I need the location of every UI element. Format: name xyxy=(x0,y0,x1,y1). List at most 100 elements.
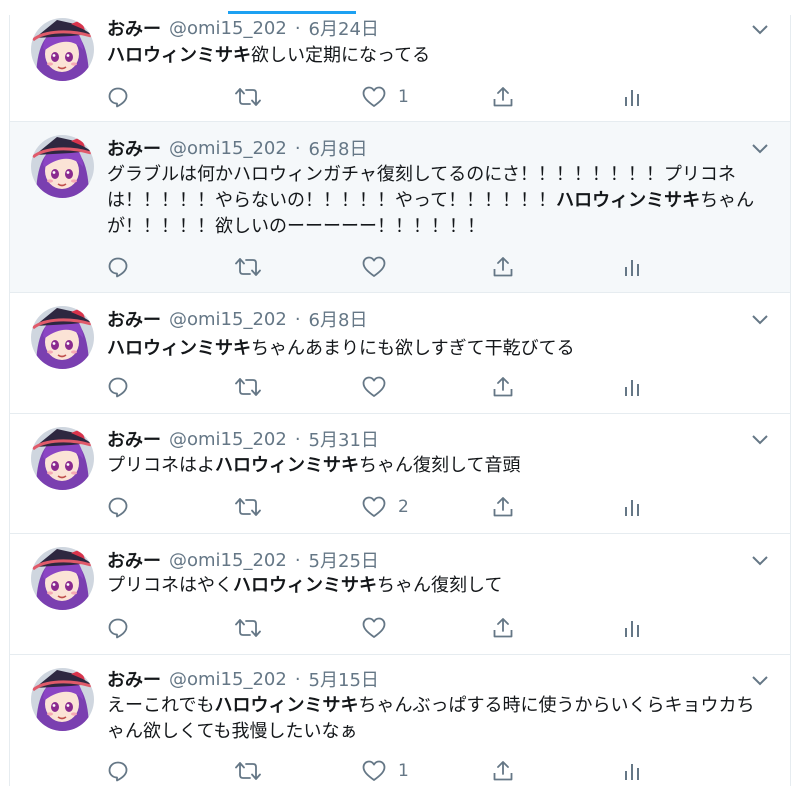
like-button[interactable] xyxy=(362,253,398,281)
user-handle[interactable]: @omi15_202 xyxy=(169,669,287,690)
like-button[interactable] xyxy=(362,373,398,401)
retweet-button[interactable] xyxy=(235,253,261,281)
chevron-down-icon[interactable] xyxy=(750,310,770,330)
share-icon xyxy=(492,617,514,639)
chevron-down-icon[interactable] xyxy=(750,20,770,40)
tweet-text-highlight: ハロウィンミサキ xyxy=(215,455,359,476)
analytics-icon xyxy=(622,496,642,518)
share-button[interactable] xyxy=(492,757,514,785)
display-name[interactable]: おみー xyxy=(107,135,161,161)
tweet-text-part: ちゃん復刻して xyxy=(377,575,503,596)
tweet-text-part: えーこれでも xyxy=(107,695,215,716)
retweet-button[interactable] xyxy=(235,757,261,785)
tweet[interactable]: おみー @omi15_202 · 6月8日 ハロウィンミサキちゃんあまりにも欲し… xyxy=(10,293,790,414)
user-handle[interactable]: @omi15_202 xyxy=(169,429,287,450)
like-button[interactable]: 2 xyxy=(362,493,409,521)
tweet-text-highlight: ハロウィンミサキ xyxy=(556,190,701,211)
reply-icon xyxy=(107,376,129,398)
tweet-date[interactable]: 6月24日 xyxy=(309,15,379,41)
share-icon xyxy=(492,86,514,108)
tweet[interactable]: おみー @omi15_202 · 6月8日 グラブルは何かハロウィンガチャ復刻し… xyxy=(10,122,790,293)
display-name[interactable]: おみー xyxy=(107,15,161,41)
reply-icon xyxy=(107,617,129,639)
heart-icon xyxy=(362,617,386,639)
avatar-image xyxy=(31,668,94,731)
tweet-text: プリコネはやくハロウィンミサキちゃん復刻して xyxy=(107,573,767,599)
tweet[interactable]: おみー @omi15_202 · 5月25日 プリコネはやくハロウィンミサキちゃ… xyxy=(10,534,790,655)
retweet-button[interactable] xyxy=(235,614,261,642)
reply-button[interactable] xyxy=(107,83,129,111)
retweet-icon xyxy=(235,256,261,278)
chevron-down-icon[interactable] xyxy=(750,430,770,450)
tweet-text-part: ちゃんあまりにも欲しすぎて干乾びてる xyxy=(251,338,575,359)
analytics-icon xyxy=(622,86,642,108)
user-handle[interactable]: @omi15_202 xyxy=(169,18,287,39)
share-icon xyxy=(492,256,514,278)
retweet-icon xyxy=(235,86,261,108)
share-button[interactable] xyxy=(492,493,514,521)
like-button[interactable] xyxy=(362,614,398,642)
tweet[interactable]: おみー @omi15_202 · 5月31日 プリコネはよハロウィンミサキちゃん… xyxy=(10,414,790,534)
tweet-date[interactable]: 5月25日 xyxy=(309,547,379,573)
analytics-button[interactable] xyxy=(622,373,642,401)
display-name[interactable]: おみー xyxy=(107,306,161,332)
retweet-icon xyxy=(235,617,261,639)
share-button[interactable] xyxy=(492,614,514,642)
analytics-button[interactable] xyxy=(622,253,642,281)
avatar[interactable] xyxy=(31,668,94,731)
tweet-date[interactable]: 5月15日 xyxy=(309,666,379,692)
chevron-down-icon[interactable] xyxy=(750,551,770,571)
heart-icon xyxy=(362,86,386,108)
avatar[interactable] xyxy=(31,306,94,369)
tweet-date[interactable]: 6月8日 xyxy=(309,135,368,161)
reply-button[interactable] xyxy=(107,614,129,642)
display-name[interactable]: おみー xyxy=(107,547,161,573)
retweet-button[interactable] xyxy=(235,83,261,111)
share-button[interactable] xyxy=(492,253,514,281)
share-button[interactable] xyxy=(492,83,514,111)
analytics-button[interactable] xyxy=(622,83,642,111)
reply-icon xyxy=(107,86,129,108)
chevron-down-icon[interactable] xyxy=(750,139,770,159)
analytics-button[interactable] xyxy=(622,614,642,642)
avatar[interactable] xyxy=(31,18,94,81)
retweet-button[interactable] xyxy=(235,373,261,401)
like-button[interactable]: 1 xyxy=(362,83,409,111)
avatar-image xyxy=(31,18,94,81)
tweet-text-part: プリコネはよ xyxy=(107,455,215,476)
display-name[interactable]: おみー xyxy=(107,426,161,452)
avatar[interactable] xyxy=(31,135,94,198)
tweet[interactable]: おみー @omi15_202 · 5月15日 えーこれでもハロウィンミサキちゃん… xyxy=(10,655,790,786)
chevron-down-icon[interactable] xyxy=(750,671,770,691)
separator-dot: · xyxy=(294,668,301,690)
tweet-date[interactable]: 5月31日 xyxy=(309,426,379,452)
avatar[interactable] xyxy=(31,547,94,610)
heart-icon xyxy=(362,496,386,518)
tweet-actions: 2 xyxy=(107,493,667,521)
avatar-image xyxy=(31,427,94,490)
retweet-button[interactable] xyxy=(235,493,261,521)
tweet-header: おみー @omi15_202 · 5月31日 xyxy=(107,426,379,452)
heart-icon xyxy=(362,760,386,782)
avatar-image xyxy=(31,306,94,369)
reply-button[interactable] xyxy=(107,253,129,281)
like-count: 1 xyxy=(398,761,409,781)
reply-icon xyxy=(107,760,129,782)
analytics-button[interactable] xyxy=(622,757,642,785)
tweet-timeline: おみー @omi15_202 · 6月24日 ハロウィンミサキ欲しい定期になって… xyxy=(9,15,791,786)
avatar[interactable] xyxy=(31,427,94,490)
display-name[interactable]: おみー xyxy=(107,666,161,692)
reply-button[interactable] xyxy=(107,757,129,785)
share-button[interactable] xyxy=(492,373,514,401)
analytics-button[interactable] xyxy=(622,493,642,521)
user-handle[interactable]: @omi15_202 xyxy=(169,309,287,330)
user-handle[interactable]: @omi15_202 xyxy=(169,550,287,571)
tweet[interactable]: おみー @omi15_202 · 6月24日 ハロウィンミサキ欲しい定期になって… xyxy=(10,15,790,122)
retweet-icon xyxy=(235,760,261,782)
user-handle[interactable]: @omi15_202 xyxy=(169,138,287,159)
reply-button[interactable] xyxy=(107,493,129,521)
tweet-date[interactable]: 6月8日 xyxy=(309,306,368,332)
like-button[interactable]: 1 xyxy=(362,757,409,785)
separator-dot: · xyxy=(294,137,301,159)
reply-button[interactable] xyxy=(107,373,129,401)
